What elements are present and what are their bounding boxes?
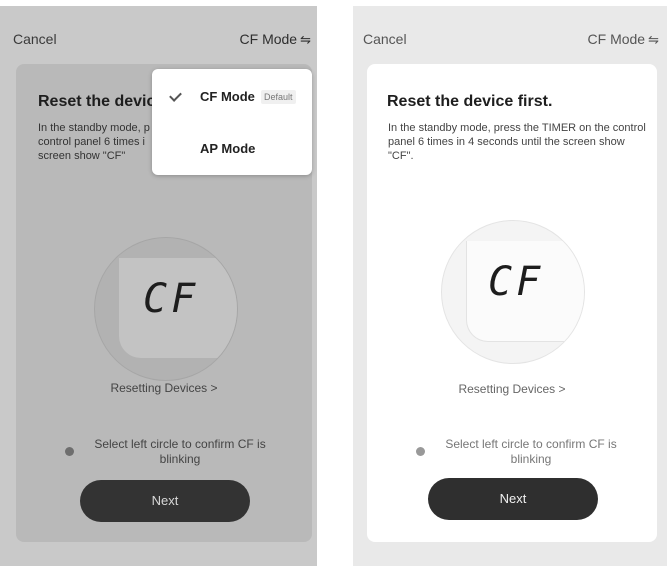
mode-label: CF Mode	[587, 31, 646, 47]
swap-icon: ⇋	[648, 32, 659, 47]
default-badge: Default	[261, 90, 296, 104]
cf-display-text: CF	[488, 259, 545, 305]
card-title: Reset the devic	[38, 93, 156, 110]
confirm-row: Select left circle to confirm CF is blin…	[412, 437, 632, 471]
mode-dropdown-menu: CF Mode Default AP Mode	[152, 69, 312, 175]
reset-card: Reset the device first. In the standby m…	[367, 64, 657, 542]
right-screen: Cancel CF Mode ⇋ Reset the device first. …	[353, 6, 667, 566]
card-title: Reset the device first.	[387, 93, 553, 110]
left-screen: Cancel CF Mode ⇋ Reset the devic In the s…	[0, 6, 317, 566]
swap-icon: ⇋	[300, 32, 311, 47]
top-bar: Cancel CF Mode ⇋	[353, 28, 667, 52]
confirm-text: Select left circle to confirm CF is blin…	[94, 437, 266, 466]
dropdown-item-ap-mode[interactable]: AP Mode	[152, 125, 312, 175]
mode-toggle-button[interactable]: CF Mode ⇋	[240, 31, 311, 48]
dropdown-item-label: AP Mode	[200, 141, 256, 156]
mode-toggle-button[interactable]: CF Mode ⇋	[588, 31, 659, 48]
next-button[interactable]: Next	[428, 478, 598, 520]
device-display-illustration: CF	[94, 237, 238, 381]
device-display-illustration: CF	[441, 220, 585, 364]
confirm-text: Select left circle to confirm CF is blin…	[445, 437, 617, 466]
dropdown-item-label: CF Mode	[200, 89, 255, 104]
check-icon	[169, 89, 182, 102]
cancel-button[interactable]: Cancel	[363, 31, 407, 47]
confirm-radio[interactable]	[416, 447, 425, 456]
card-description: In the standby mode, press the TIMER on …	[388, 122, 646, 162]
confirm-radio[interactable]	[65, 447, 74, 456]
cf-display-text: CF	[143, 276, 200, 322]
top-bar: Cancel CF Mode ⇋	[0, 28, 317, 52]
cancel-button[interactable]: Cancel	[13, 31, 57, 47]
dropdown-item-cf-mode[interactable]: CF Mode Default	[152, 73, 312, 123]
mode-label: CF Mode	[239, 31, 298, 47]
next-button[interactable]: Next	[80, 480, 250, 522]
resetting-devices-link[interactable]: Resetting Devices >	[367, 382, 657, 396]
resetting-devices-link[interactable]: Resetting Devices >	[16, 381, 312, 395]
confirm-row: Select left circle to confirm CF is blin…	[61, 437, 281, 471]
